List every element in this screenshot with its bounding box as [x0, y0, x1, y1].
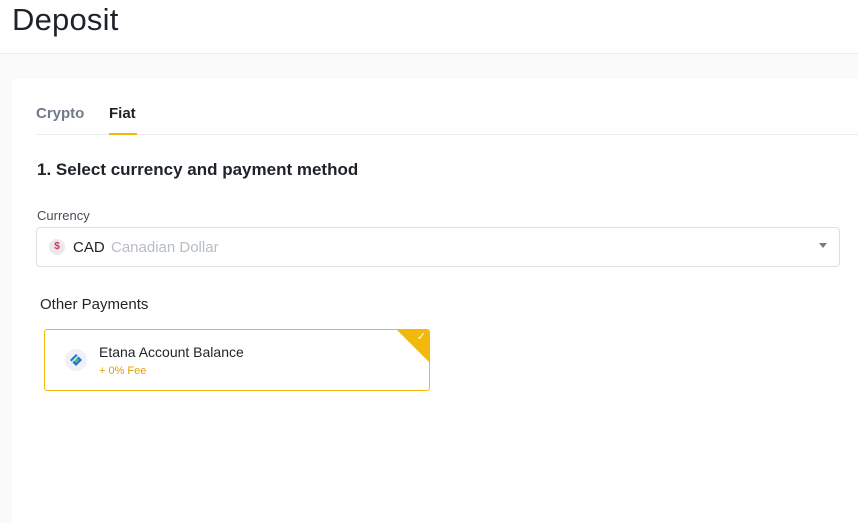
caret-down-icon — [819, 243, 827, 248]
page-title: Deposit — [12, 2, 119, 37]
active-tab-indicator — [109, 133, 137, 135]
currency-name: Canadian Dollar — [111, 239, 219, 256]
tab-crypto[interactable]: Crypto — [36, 105, 84, 122]
section-title: 1. Select currency and payment method — [37, 160, 359, 179]
check-icon: ✓ — [416, 331, 426, 343]
page-header: Deposit — [0, 0, 858, 54]
etana-logo-icon — [65, 349, 87, 371]
currency-select[interactable]: $ CAD Canadian Dollar — [36, 227, 840, 267]
payment-option-etana[interactable]: Etana Account Balance + 0% Fee ✓ — [44, 329, 430, 391]
currency-code: CAD — [73, 239, 105, 256]
deposit-card: Crypto Fiat 1. Select currency and payme… — [12, 78, 858, 523]
tab-bar: Crypto Fiat — [36, 78, 858, 135]
payment-option-name: Etana Account Balance — [99, 344, 244, 360]
other-payments-title: Other Payments — [40, 296, 149, 313]
payment-option-fee: + 0% Fee — [99, 365, 147, 377]
dollar-icon: $ — [49, 239, 65, 255]
currency-label: Currency — [37, 208, 90, 223]
tab-fiat[interactable]: Fiat — [109, 105, 136, 122]
